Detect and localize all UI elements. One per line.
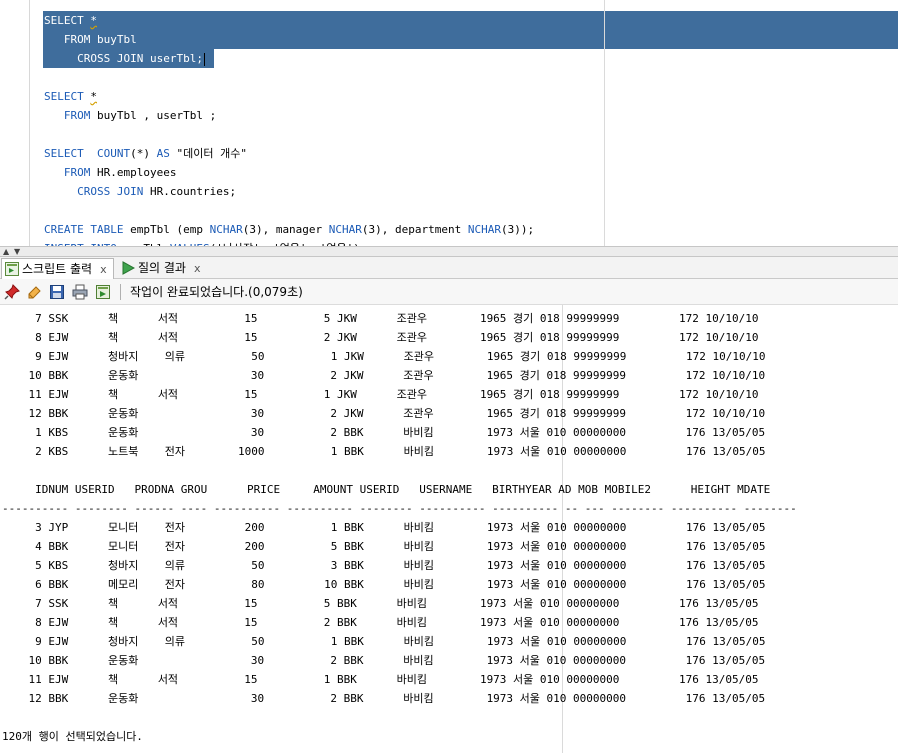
code-line[interactable]: SELECT COUNT(*) AS "데이터 개수" — [44, 144, 534, 163]
sql-keyword: CROSS JOIN — [77, 52, 144, 65]
code-line[interactable]: CROSS JOIN HR.countries; — [44, 182, 534, 201]
code-line[interactable]: CROSS JOIN userTbl; — [44, 49, 534, 68]
sql-text: buyTbl — [90, 33, 137, 46]
sql-worksheet-editor[interactable]: SELECT * FROM buyTbl CROSS JOIN userTbl;… — [0, 0, 898, 246]
sql-text: (3), department — [361, 223, 468, 236]
output-line: 1 KBS 운동화 30 2 BBK 바비킴 1973 서울 010 00000… — [2, 426, 766, 439]
output-line: 8 EJW 책 서적 15 2 JKW 조관우 1965 경기 018 9999… — [2, 331, 759, 344]
sql-text: "데이터 개수" — [169, 147, 247, 160]
sql-keyword: SELECT — [44, 147, 97, 160]
output-line: 120개 행이 선택되었습니다. — [2, 730, 143, 743]
output-line: 6 BBK 메모리 전자 80 10 BBK 바비킴 1973 서울 010 0… — [2, 578, 766, 591]
output-line: 8 EJW 책 서적 15 2 BBK 바비킴 1973 서울 010 0000… — [2, 616, 759, 629]
sql-text: HR.countries; — [143, 185, 237, 198]
output-line: 11 EJW 책 서적 15 1 BBK 바비킴 1973 서울 010 000… — [2, 673, 759, 686]
output-line: IDNUM USERID PRODNA GROU PRICE AMOUNT US… — [2, 483, 771, 496]
code-line[interactable] — [44, 125, 534, 144]
sql-keyword: NCHAR — [328, 223, 362, 236]
sql-text: (3)); — [501, 223, 535, 236]
sql-keyword: NCHAR — [467, 223, 502, 236]
close-tab-icon[interactable]: x — [194, 262, 201, 275]
sql-keyword: CROSS JOIN — [77, 185, 144, 198]
output-line: 12 BBK 운동화 30 2 JKW 조관우 1965 경기 018 9999… — [2, 407, 766, 420]
code-line[interactable] — [44, 201, 534, 220]
output-line: 10 BBK 운동화 30 2 BBK 바비킴 1973 서울 010 0000… — [2, 654, 766, 667]
output-line: 7 SSK 책 서적 15 5 BBK 바비킴 1973 서울 010 0000… — [2, 597, 759, 610]
save-icon[interactable] — [49, 284, 65, 300]
script-output-pane[interactable]: 7 SSK 책 서적 15 5 JKW 조관우 1965 경기 018 9999… — [0, 305, 898, 753]
script-output-icon — [5, 262, 19, 276]
output-line: 5 KBS 청바지 의류 50 3 BBK 바비킴 1973 서울 010 00… — [2, 559, 766, 572]
output-tab-bar: 스크립트 출력 x 질의 결과 x — [0, 257, 898, 279]
print-icon[interactable] — [72, 284, 88, 300]
editor-right-margin — [604, 0, 605, 246]
sql-keyword: AS — [156, 147, 170, 160]
code-line[interactable]: SELECT * — [44, 87, 534, 106]
tab-label: 스크립트 출력 — [22, 262, 93, 276]
output-line: 2 KBS 노트북 전자 1000 1 BBK 바비킴 1973 서울 010 … — [2, 445, 766, 458]
output-line: 4 BBK 모니터 전자 200 5 BBK 바비킴 1973 서울 010 0… — [2, 540, 766, 553]
tab-label: 질의 결과 — [138, 261, 186, 275]
sql-keyword: CREATE TABLE — [44, 223, 124, 236]
collapse-down-icon[interactable]: ▼ — [14, 248, 20, 256]
sql-text: * — [90, 14, 97, 27]
toolbar-separator — [120, 284, 121, 300]
sql-keyword: COUNT — [96, 147, 131, 160]
sql-text: empTbl (emp — [123, 223, 210, 236]
output-line: 9 EJW 청바지 의류 50 1 BBK 바비킴 1973 서울 010 00… — [2, 635, 766, 648]
line-gutter — [0, 0, 30, 246]
sql-keyword: SELECT — [44, 14, 91, 27]
sql-keyword: FROM — [63, 33, 91, 46]
sql-text: (3), manager — [242, 223, 329, 236]
code-line[interactable]: SELECT * — [44, 11, 534, 30]
code-line[interactable]: FROM HR.employees — [44, 163, 534, 182]
code-line[interactable]: CREATE TABLE empTbl (emp NCHAR(3), manag… — [44, 220, 534, 239]
sql-keyword: FROM — [63, 166, 91, 179]
text-caret — [203, 52, 205, 66]
output-line: 7 SSK 책 서적 15 5 JKW 조관우 1965 경기 018 9999… — [2, 312, 759, 325]
sql-text: HR.employees — [90, 166, 177, 179]
code-line[interactable]: INSERT INTO empTbl VALUES('나사장', '없음', '… — [44, 239, 534, 246]
panel-splitter[interactable]: ▲ ▼ — [0, 246, 898, 257]
output-line: 11 EJW 책 서적 15 1 JKW 조관우 1965 경기 018 999… — [2, 388, 759, 401]
sql-text: buyTbl , userTbl ; — [90, 109, 217, 122]
collapse-up-icon[interactable]: ▲ — [3, 248, 9, 256]
code-line[interactable]: FROM buyTbl , userTbl ; — [44, 106, 534, 125]
output-line: 9 EJW 청바지 의류 50 1 JKW 조관우 1965 경기 018 99… — [2, 350, 766, 363]
code-line[interactable]: FROM buyTbl — [44, 30, 534, 49]
run-query-icon — [122, 261, 135, 275]
eraser-icon[interactable] — [26, 284, 42, 300]
sql-text: * — [90, 90, 97, 103]
sql-code[interactable]: SELECT * FROM buyTbl CROSS JOIN userTbl;… — [44, 11, 534, 246]
output-toolbar: 작업이 완료되었습니다.(0,079초) — [0, 279, 898, 305]
output-line: ---------- -------- ------ ---- --------… — [2, 502, 797, 515]
output-line: 3 JYP 모니터 전자 200 1 BBK 바비킴 1973 서울 010 0… — [2, 521, 766, 534]
sql-keyword: SELECT — [44, 90, 91, 103]
code-line[interactable] — [44, 68, 534, 87]
tab-script-output[interactable]: 스크립트 출력 x — [1, 258, 114, 279]
output-line: 12 BBK 운동화 30 2 BBK 바비킴 1973 서울 010 0000… — [2, 692, 766, 705]
sql-text: userTbl; — [143, 52, 203, 65]
output-line: 10 BBK 운동화 30 2 JKW 조관우 1965 경기 018 9999… — [2, 369, 766, 382]
sql-keyword: FROM — [63, 109, 91, 122]
sql-text: (*) — [130, 147, 157, 160]
tab-query-result[interactable]: 질의 결과 x — [118, 258, 207, 278]
sql-keyword: NCHAR — [209, 223, 243, 236]
export-icon[interactable] — [95, 284, 111, 300]
status-message: 작업이 완료되었습니다.(0,079초) — [130, 285, 303, 299]
pin-icon[interactable] — [4, 284, 20, 300]
close-tab-icon[interactable]: x — [100, 263, 107, 276]
script-output-text: 7 SSK 책 서적 15 5 JKW 조관우 1965 경기 018 9999… — [2, 309, 797, 746]
